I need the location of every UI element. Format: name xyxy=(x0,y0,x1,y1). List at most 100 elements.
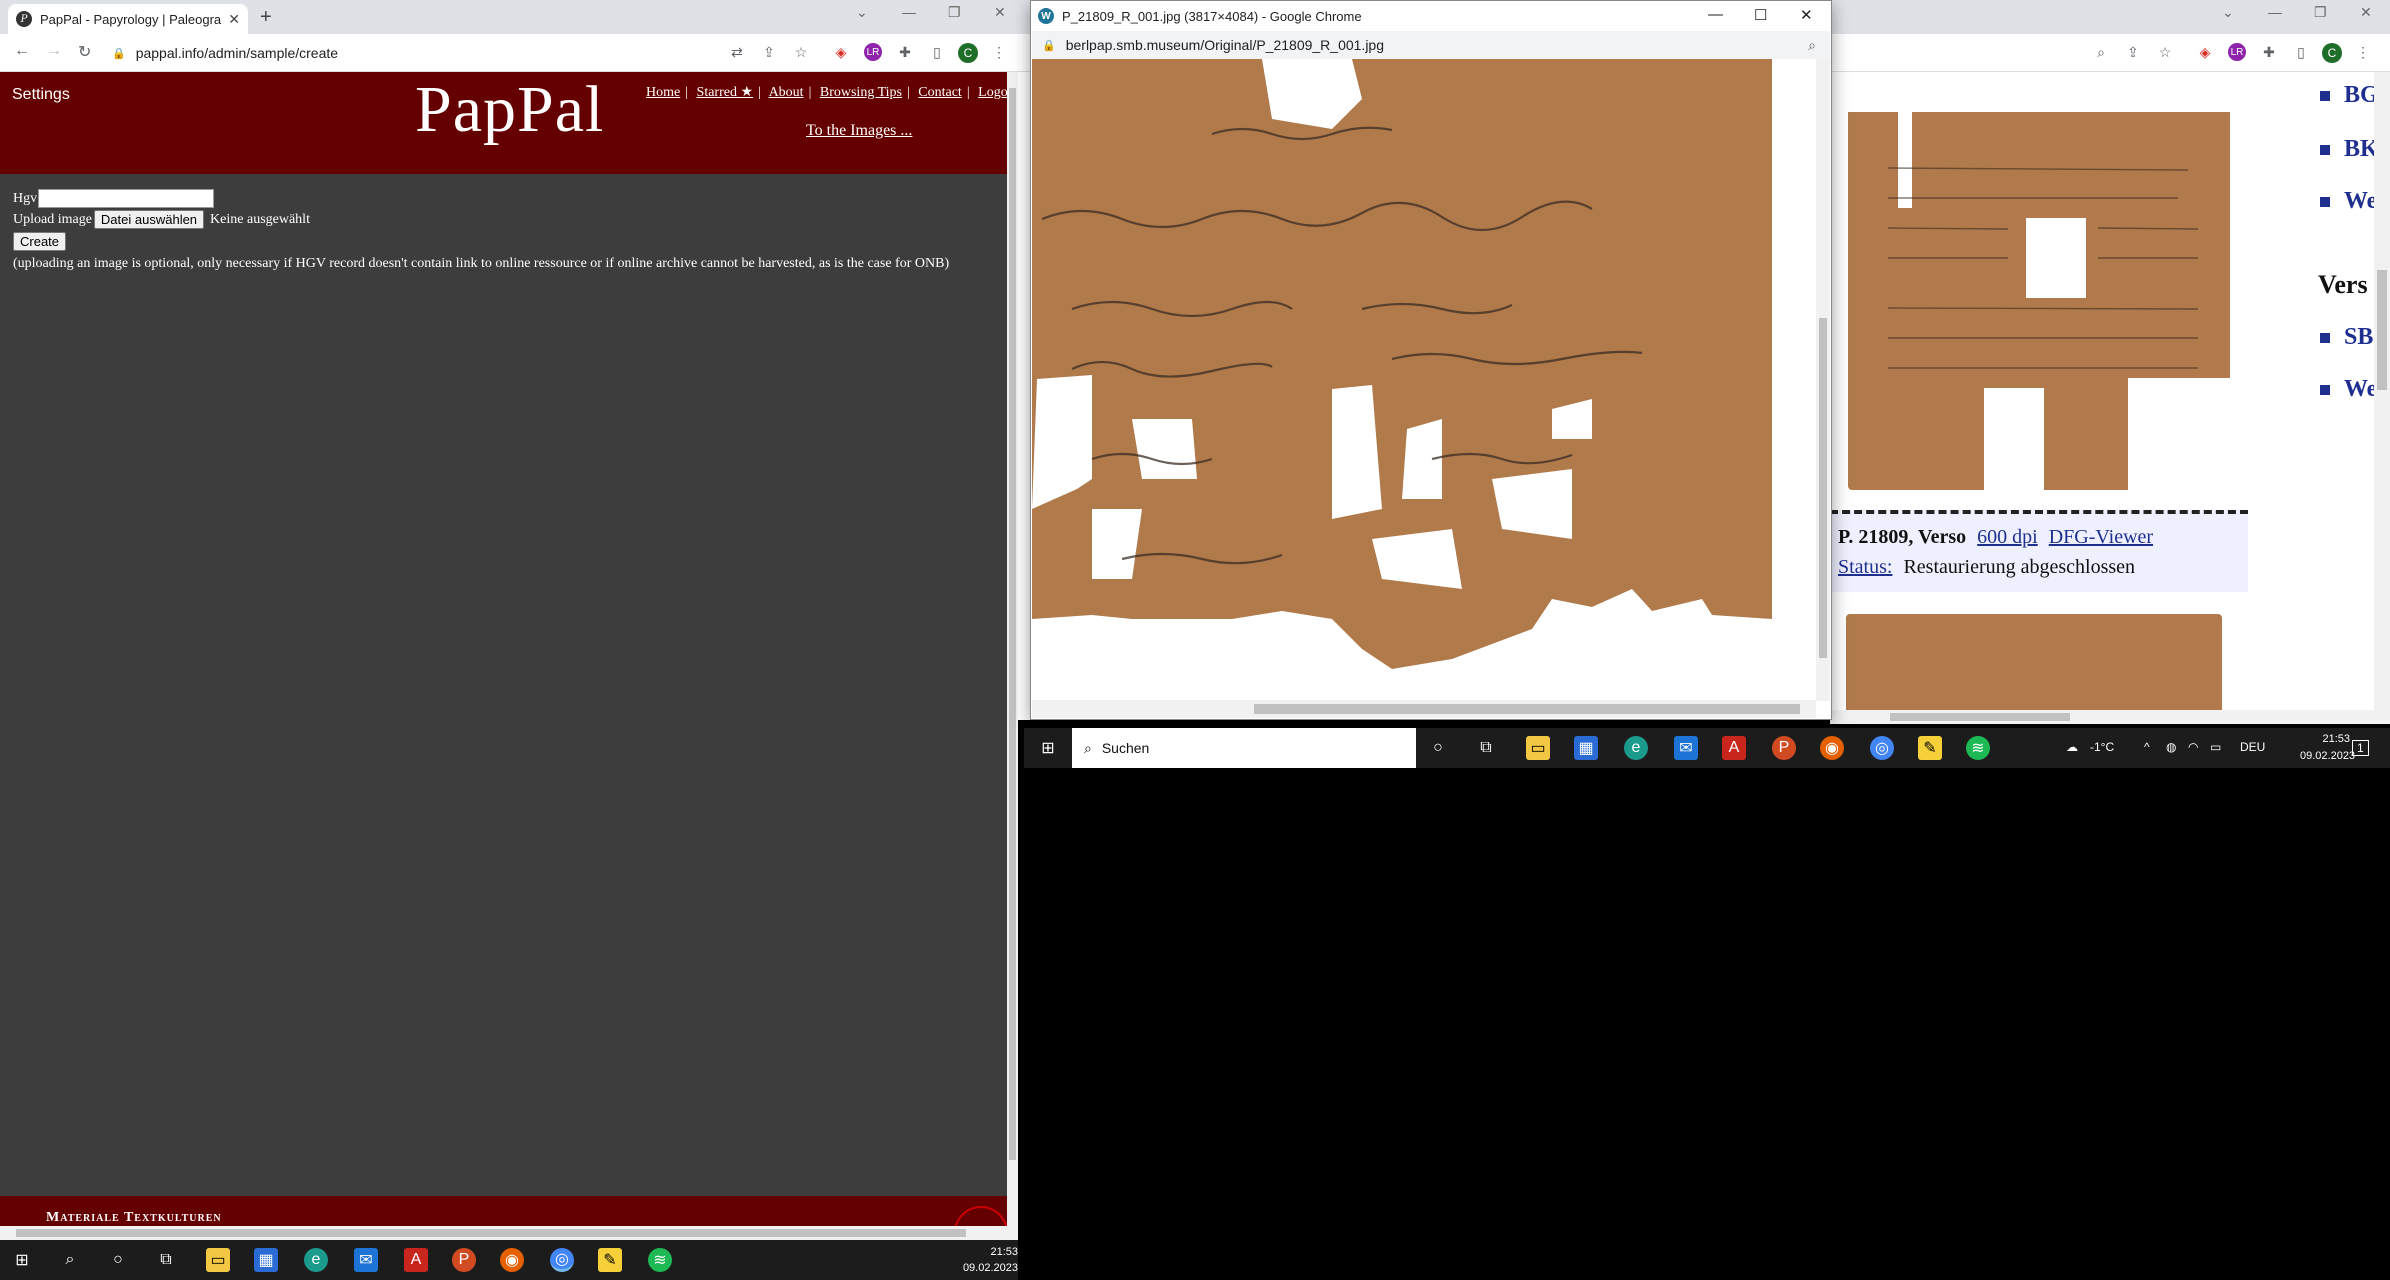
bullet-item-5[interactable]: We xyxy=(2319,376,2377,403)
right-menu-icon[interactable]: ⋮ xyxy=(2354,43,2372,61)
right-puzzle-icon[interactable]: ✚ xyxy=(2260,43,2278,61)
papyrus-thumbnail-recto[interactable] xyxy=(1848,98,2230,490)
right-horizontal-scroll-thumb[interactable] xyxy=(1890,713,2070,721)
side-panel-icon[interactable]: ▯ xyxy=(928,43,946,61)
right-sidepanel-icon[interactable]: ▯ xyxy=(2292,43,2310,61)
spotify-icon-2[interactable]: ≋ xyxy=(1966,736,1990,760)
bookmark-star-icon[interactable]: ☆ xyxy=(792,43,810,61)
store-icon[interactable]: ▦ xyxy=(254,1248,278,1272)
notes-icon-2[interactable]: ✎ xyxy=(1918,736,1942,760)
minimize-icon[interactable]: — xyxy=(902,4,916,20)
powerpoint-icon[interactable]: P xyxy=(452,1248,476,1272)
chrome-icon-2[interactable]: ◎ xyxy=(1870,736,1894,760)
nav-home[interactable]: Home xyxy=(646,85,680,100)
popup-address-bar[interactable]: 🔒 berlpap.smb.museum/Original/P_21809_R_… xyxy=(1032,31,1830,59)
right-restore-icon[interactable]: ❐ xyxy=(2314,4,2327,21)
weather-icon[interactable]: ☁ xyxy=(2066,740,2078,754)
restore-icon[interactable]: ❐ xyxy=(948,4,961,21)
link-dfg-viewer[interactable]: DFG-Viewer xyxy=(2049,526,2153,548)
reload-icon[interactable]: ↻ xyxy=(78,42,91,62)
mail-icon[interactable]: ✉ xyxy=(354,1248,378,1272)
tab-search-chevron-icon[interactable]: ⌄ xyxy=(856,4,868,21)
right-profile-avatar[interactable]: C xyxy=(2322,43,2342,63)
menu-kebab-icon[interactable]: ⋮ xyxy=(990,43,1008,61)
right-vertical-scrollbar[interactable] xyxy=(2374,72,2390,712)
mail-icon-2[interactable]: ✉ xyxy=(1674,736,1698,760)
tab-pappal[interactable]: P PapPal - Papyrology | Paleograph ✕ xyxy=(8,4,248,34)
taskbar-clock[interactable]: 21:53 09.02.2023 xyxy=(958,1244,1018,1276)
notes-icon[interactable]: ✎ xyxy=(598,1248,622,1272)
address-bar[interactable]: 🔒 pappal.info/admin/sample/create xyxy=(112,40,732,66)
right-star-icon[interactable]: ☆ xyxy=(2156,43,2174,61)
papyrus-thumbnail-verso[interactable] xyxy=(1846,614,2222,720)
right-vertical-scroll-thumb[interactable] xyxy=(2377,270,2387,390)
tab-close-icon[interactable]: ✕ xyxy=(228,11,240,28)
notification-icon[interactable]: 1 xyxy=(2352,740,2369,756)
to-images-link[interactable]: To the Images ... xyxy=(806,122,912,140)
powerpoint-icon-2[interactable]: P xyxy=(1772,736,1796,760)
popup-maximize-icon[interactable]: ☐ xyxy=(1754,6,1767,24)
task-view-icon[interactable]: ⧉ xyxy=(154,1248,178,1272)
battery-icon[interactable]: ▭ xyxy=(2210,740,2221,754)
profile-avatar[interactable]: C xyxy=(958,43,978,63)
nav-about[interactable]: About xyxy=(769,85,804,100)
wifi-icon[interactable]: ◠ xyxy=(2188,740,2198,754)
popup-close-icon[interactable]: ✕ xyxy=(1800,6,1813,24)
extensions-puzzle-icon[interactable]: ✚ xyxy=(896,43,914,61)
windows-start-icon-2[interactable]: ⊞ xyxy=(1036,736,1060,760)
right-minimize-icon[interactable]: — xyxy=(2268,4,2282,20)
nav-contact[interactable]: Contact xyxy=(918,85,962,100)
windows-start-icon[interactable]: ⊞ xyxy=(10,1248,34,1272)
taskbar-search-icon[interactable]: ⌕ xyxy=(58,1248,82,1272)
zoom-icon[interactable]: ⌕ xyxy=(2092,43,2110,61)
edge-icon-2[interactable]: e xyxy=(1624,736,1648,760)
right-close-icon[interactable]: ✕ xyxy=(2360,4,2372,21)
store-icon-2[interactable]: ▦ xyxy=(1574,736,1598,760)
hgv-input[interactable] xyxy=(38,189,215,208)
file-explorer-icon-2[interactable]: ▭ xyxy=(1526,736,1550,760)
tray-chevron-icon[interactable]: ^ xyxy=(2144,740,2150,754)
left-vertical-scroll-thumb[interactable] xyxy=(1009,88,1016,1160)
new-tab-icon[interactable]: + xyxy=(260,6,272,29)
popup-vertical-scroll-thumb[interactable] xyxy=(1819,318,1827,658)
language-indicator[interactable]: DEU xyxy=(2240,740,2265,754)
nav-starred[interactable]: Starred ★ xyxy=(697,85,753,100)
edge-icon[interactable]: e xyxy=(304,1248,328,1272)
share-icon[interactable]: ⇪ xyxy=(760,43,778,61)
nav-browsing-tips[interactable]: Browsing Tips xyxy=(820,85,902,100)
popup-horizontal-scroll-thumb[interactable] xyxy=(1254,704,1800,714)
file-explorer-icon[interactable]: ▭ xyxy=(206,1248,230,1272)
popup-minimize-icon[interactable]: — xyxy=(1708,6,1723,23)
task-view-icon-2[interactable]: ⧉ xyxy=(1474,736,1498,760)
firefox-icon-2[interactable]: ◉ xyxy=(1820,736,1844,760)
right-extension-lr-icon[interactable]: LR xyxy=(2228,43,2246,61)
create-button[interactable]: Create xyxy=(13,232,67,251)
forward-icon[interactable]: → xyxy=(46,42,62,60)
taskbar-clock-2[interactable]: 21:53 09.02.2023 xyxy=(2300,731,2355,765)
acrobat-icon-2[interactable]: A xyxy=(1722,736,1746,760)
tray-app-icon[interactable]: ◍ xyxy=(2166,740,2176,754)
cortana-icon-2[interactable]: ○ xyxy=(1426,736,1450,760)
status-link[interactable]: Status: xyxy=(1838,556,1892,578)
right-share-icon[interactable]: ⇪ xyxy=(2124,43,2142,61)
acrobat-icon[interactable]: A xyxy=(404,1248,428,1272)
cortana-icon[interactable]: ○ xyxy=(106,1248,130,1272)
bullet-item-4[interactable]: SB xyxy=(2319,324,2373,351)
close-window-icon[interactable]: ✕ xyxy=(994,4,1006,21)
translate-icon[interactable]: ⇄ xyxy=(728,43,746,61)
back-icon[interactable]: ← xyxy=(14,42,30,60)
firefox-icon[interactable]: ◉ xyxy=(500,1248,524,1272)
site-logo[interactable]: PapPal xyxy=(415,72,604,148)
chrome-icon[interactable]: ◎ xyxy=(550,1248,574,1272)
spotify-icon[interactable]: ≋ xyxy=(648,1248,672,1272)
popup-zoom-icon[interactable]: ⌕ xyxy=(1808,37,1816,54)
settings-link[interactable]: Settings xyxy=(12,86,70,104)
bullet-item-3[interactable]: We xyxy=(2319,188,2377,215)
choose-file-button[interactable]: Datei auswählen xyxy=(93,210,205,229)
taskbar-search-box[interactable]: ⌕ Suchen xyxy=(1072,728,1416,768)
extension-lr-icon[interactable]: LR xyxy=(864,43,882,61)
left-horizontal-scroll-thumb[interactable] xyxy=(16,1229,966,1237)
right-chevron-icon[interactable]: ⌄ xyxy=(2222,4,2234,21)
extension-red-icon[interactable]: ◈ xyxy=(832,43,850,61)
temperature[interactable]: -1°C xyxy=(2090,740,2114,754)
